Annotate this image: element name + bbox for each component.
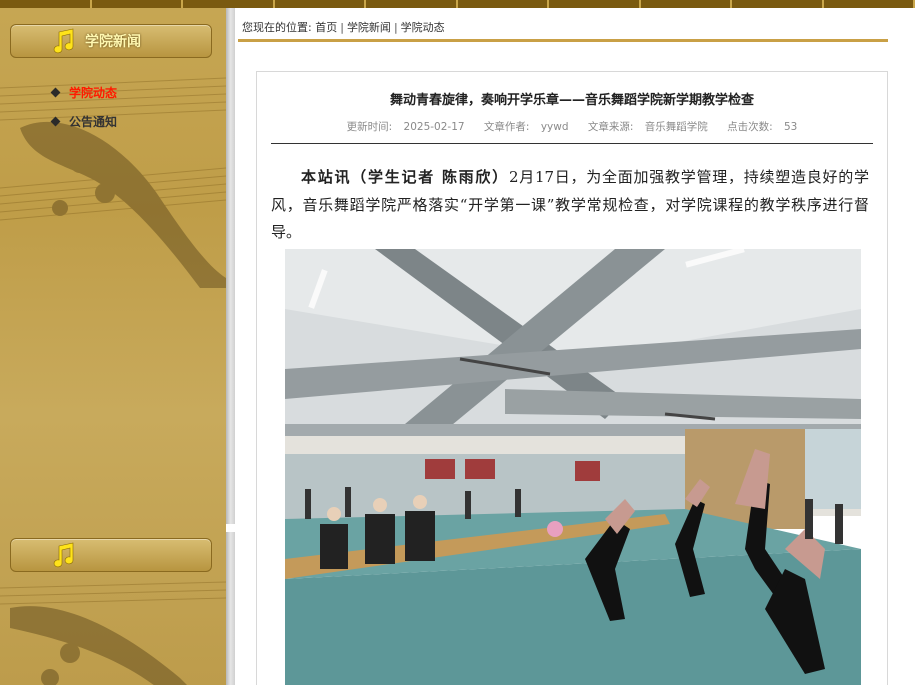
breadcrumb: 您现在的位置: 首页 | 学院新闻 | 学院动态 (238, 14, 888, 42)
meta-hits-label: 点击次数: (727, 121, 773, 133)
dance-class-photo (285, 249, 861, 685)
breadcrumb-news-link[interactable]: 学院新闻 (347, 21, 391, 34)
music-note-icon (53, 28, 74, 54)
article-body: 本站讯（学生记者 陈雨欣）2月17日，为全面加强教学管理，持续塑造良好的学风，音… (271, 164, 869, 247)
news-panel-header: 学院新闻 (10, 24, 212, 58)
second-panel-header (10, 538, 212, 572)
diamond-bullet-icon (50, 116, 61, 127)
breadcrumb-prefix: 您现在的位置: (242, 21, 312, 34)
violin-decoration (0, 581, 226, 685)
article-title: 舞动青春旋律，奏响开学乐章——音乐舞蹈学院新学期教学检查 (389, 93, 754, 108)
side-menu: 学院动态 公告通知 (50, 78, 118, 136)
sidebar-item-news-dynamics[interactable]: 学院动态 (50, 78, 118, 107)
meta-updated-label: 更新时间: (346, 121, 393, 133)
meta-updated-value: 2025-02-17 (403, 121, 465, 133)
breadcrumb-dynamics-link[interactable]: 学院动态 (401, 21, 445, 34)
article: 舞动青春旋律，奏响开学乐章——音乐舞蹈学院新学期教学检查 更新时间: 2025-… (256, 71, 888, 685)
breadcrumb-separator: | (340, 21, 344, 34)
meta-author-value: yywd (540, 121, 569, 133)
sidebar: 学院新闻 学院动态 公告通知 (0, 8, 226, 685)
sidebar-item-label: 学院动态 (69, 86, 118, 100)
meta-source-label: 文章来源: (587, 121, 634, 133)
article-meta: 更新时间: 2025-02-17 文章作者: yywd 文章来源: 音乐舞蹈学院… (257, 119, 887, 134)
sidebar-divider (226, 8, 235, 685)
meta-author-label: 文章作者: (483, 121, 530, 133)
article-lead: 本站讯（学生记者 陈雨欣） (301, 168, 509, 186)
breadcrumb-home-link[interactable]: 首页 (315, 21, 337, 34)
news-panel-title: 学院新闻 (85, 34, 141, 50)
meta-source-value: 音乐舞蹈学院 (644, 121, 708, 133)
breadcrumb-separator: | (393, 21, 398, 34)
sidebar-item-announcements[interactable]: 公告通知 (50, 107, 118, 136)
top-stripe (0, 0, 915, 8)
sidebar-item-label: 公告通知 (69, 115, 118, 129)
music-note-icon (53, 542, 74, 568)
article-divider (271, 143, 873, 144)
diamond-bullet-icon (50, 87, 61, 98)
meta-hits-value: 53 (783, 121, 798, 133)
